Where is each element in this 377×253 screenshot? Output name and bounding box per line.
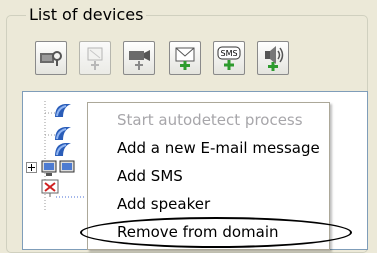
network-node-icon — [55, 104, 71, 117]
menu-item-add-email[interactable]: Add a new E-mail message — [88, 134, 329, 162]
menu-item-start-autodetect[interactable]: Start autodetect process — [88, 106, 329, 134]
tree-expand-toggle[interactable] — [26, 162, 37, 173]
add-camera-icon — [129, 50, 150, 70]
camera-search-icon — [40, 51, 62, 66]
menu-item-add-sms[interactable]: Add SMS — [88, 162, 329, 190]
add-speaker-icon — [265, 46, 284, 71]
add-generic-device-button[interactable] — [79, 41, 111, 75]
add-generic-device-icon — [87, 47, 103, 70]
add-email-icon — [175, 47, 195, 70]
add-camera-button[interactable] — [123, 41, 155, 75]
add-speaker-button[interactable] — [257, 41, 289, 75]
computer-node-icon — [41, 160, 75, 176]
add-sms-icon: SMS — [217, 46, 241, 70]
add-sms-button[interactable]: SMS — [213, 41, 245, 75]
menu-item-add-speaker[interactable]: Add speaker — [88, 190, 329, 218]
add-email-button[interactable] — [169, 41, 201, 75]
highlight-oval — [80, 217, 352, 248]
plus-icon — [28, 164, 35, 171]
camera-search-button[interactable] — [35, 41, 67, 75]
svg-text:SMS: SMS — [221, 49, 238, 58]
network-node-icon — [55, 143, 71, 156]
group-title: List of devices — [26, 5, 147, 24]
disabled-device-icon — [41, 179, 59, 197]
